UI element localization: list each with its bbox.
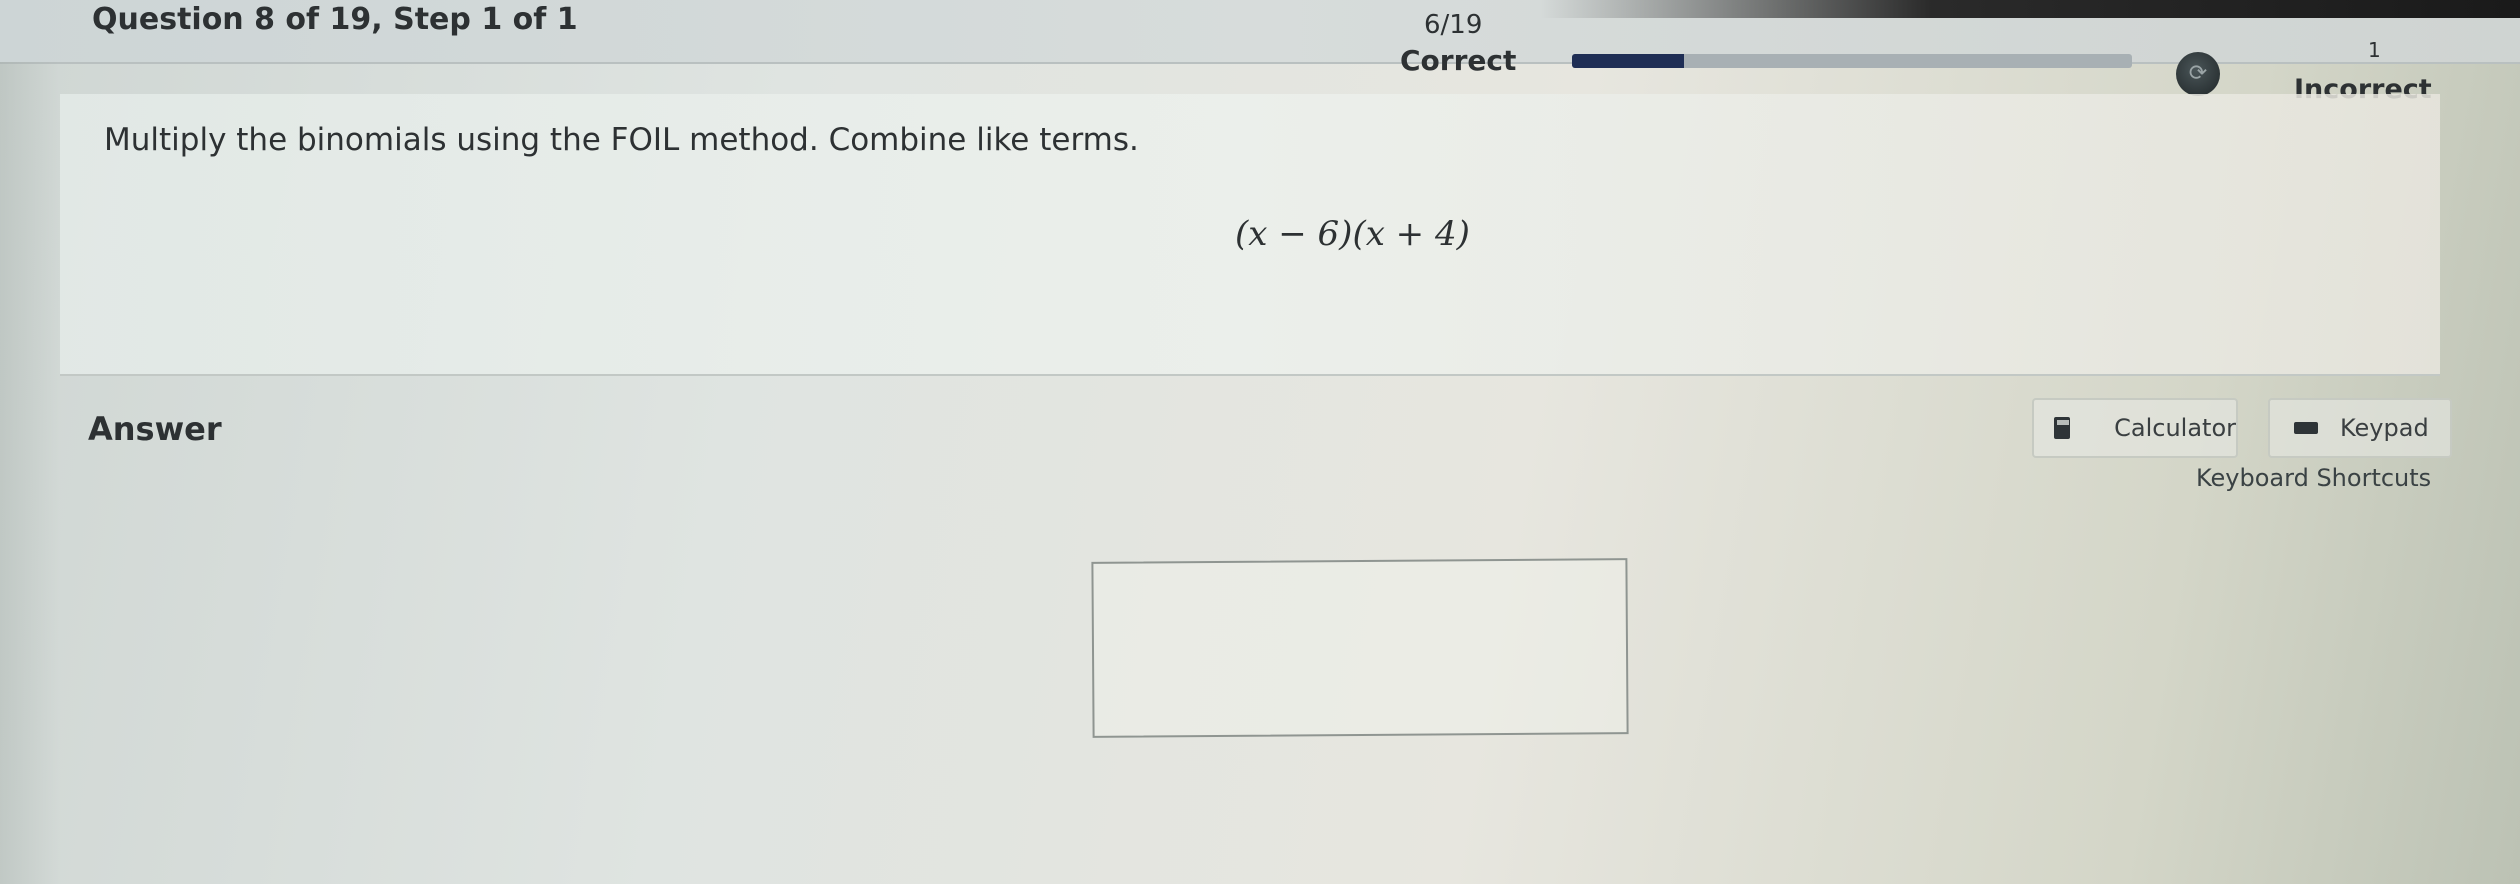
incorrect-count: 1 — [2368, 38, 2381, 62]
top-bar-shadow — [1540, 0, 2520, 18]
calculator-button[interactable]: Calculator — [2032, 398, 2238, 458]
question-prompt: Multiply the binomials using the FOIL me… — [104, 122, 1139, 158]
answer-label: Answer — [88, 410, 222, 448]
keypad-button-label: Keypad — [2340, 414, 2429, 442]
math-expression: (x − 6)(x + 4) — [1235, 214, 1470, 254]
progress-bar — [1572, 54, 2132, 68]
streak-badge-icon[interactable]: ⟳ — [2176, 52, 2220, 96]
calculator-icon — [2054, 417, 2071, 439]
question-step-label: Question 8 of 19, Step 1 of 1 — [92, 2, 578, 37]
correct-count: 6/19 — [1424, 10, 1483, 40]
progress-bar-fill — [1572, 54, 1684, 68]
keyboard-shortcuts-link[interactable]: Keyboard Shortcuts — [2196, 464, 2431, 492]
left-edge-shade — [0, 62, 60, 884]
calculator-button-label: Calculator — [2114, 414, 2236, 442]
correct-label: Correct — [1400, 44, 1517, 77]
top-bar: Question 8 of 19, Step 1 of 1 6/19 Corre… — [0, 0, 2520, 77]
question-panel: Multiply the binomials using the FOIL me… — [60, 94, 2440, 376]
keypad-icon — [2294, 422, 2318, 434]
keypad-button[interactable]: Keypad — [2268, 398, 2452, 458]
answer-input[interactable] — [1091, 558, 1629, 738]
